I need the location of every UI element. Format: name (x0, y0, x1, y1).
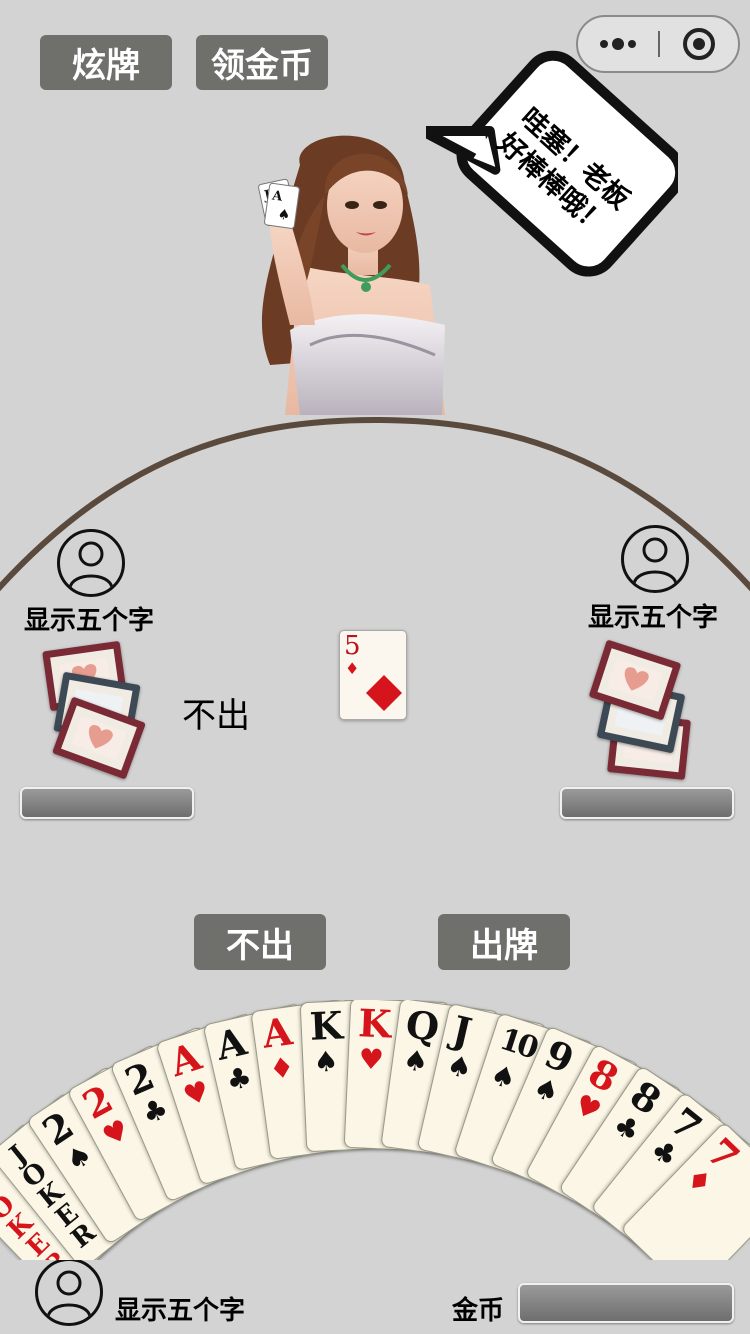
played-card: 5 ♦ (339, 630, 407, 720)
user-icon (46, 1270, 92, 1318)
card-suit-icon: ♠ (528, 1070, 565, 1111)
right-player-card-stack (588, 636, 710, 786)
card-rank: A (259, 1008, 295, 1058)
card-rank: Q (403, 1001, 442, 1051)
left-player-status: 不出 (182, 696, 250, 736)
card-suit-icon: ♥ (179, 1073, 214, 1113)
left-player-name: 显示五个字 (24, 606, 155, 636)
card-suit-icon: ♣ (607, 1107, 647, 1150)
user-icon (68, 541, 114, 589)
pass-button[interactable]: 不出 (194, 914, 326, 970)
card-suit-icon: ♠ (59, 1137, 99, 1179)
right-player-name: 显示五个字 (588, 603, 719, 633)
card-rank: K (309, 1002, 345, 1050)
card-suit-icon: ♥ (568, 1087, 607, 1129)
diamond-icon (366, 675, 402, 711)
speech-bubble: 哇塞！老板好棒棒哦！ (426, 46, 678, 286)
user-icon (632, 537, 678, 585)
player-hand: JOKER JOKER 2 ♠ 2 ♥ 2 ♣ A ♥ A ♣ A ♦ K ♠ K ♥ Q ♠ J ♠ 10 ♠ 9 ♠ 8 ♥ 8 ♣ 7… (0, 1000, 750, 1260)
play-cards-button[interactable]: 出牌 (438, 914, 570, 970)
left-player-progress-bar (20, 787, 194, 819)
left-player-avatar[interactable] (57, 529, 125, 597)
coins-bar (518, 1283, 734, 1323)
left-player-card-stack (40, 640, 160, 790)
card-suit-icon: ♥ (97, 1112, 135, 1154)
right-player-avatar[interactable] (621, 525, 689, 593)
claim-coins-button[interactable]: 领金币 (196, 35, 328, 90)
card-suit-icon: ♠ (400, 1043, 431, 1080)
card-suit-icon: ♣ (137, 1091, 174, 1132)
self-player-name: 显示五个字 (115, 1296, 246, 1326)
card-rank: K (356, 1000, 393, 1048)
show-off-button[interactable]: 炫牌 (40, 35, 172, 90)
card-suit-icon: ♣ (222, 1060, 255, 1098)
card-suit-icon: ♥ (357, 1042, 385, 1077)
card-suit-icon: ♠ (486, 1057, 521, 1097)
played-card-suit-small: ♦ (345, 659, 360, 678)
svg-text:♠: ♠ (277, 206, 292, 224)
card-suit-icon: ♠ (312, 1045, 340, 1080)
card-suit-icon: ♠ (444, 1048, 476, 1087)
self-player-avatar[interactable] (35, 1258, 103, 1326)
played-card-rank: 5 (344, 631, 361, 661)
right-player-progress-bar (560, 787, 734, 819)
coins-label: 金币 (452, 1296, 505, 1326)
card-suit-icon: ♦ (267, 1050, 297, 1087)
card-rank: J (448, 1006, 477, 1055)
target-close-icon (682, 28, 715, 60)
